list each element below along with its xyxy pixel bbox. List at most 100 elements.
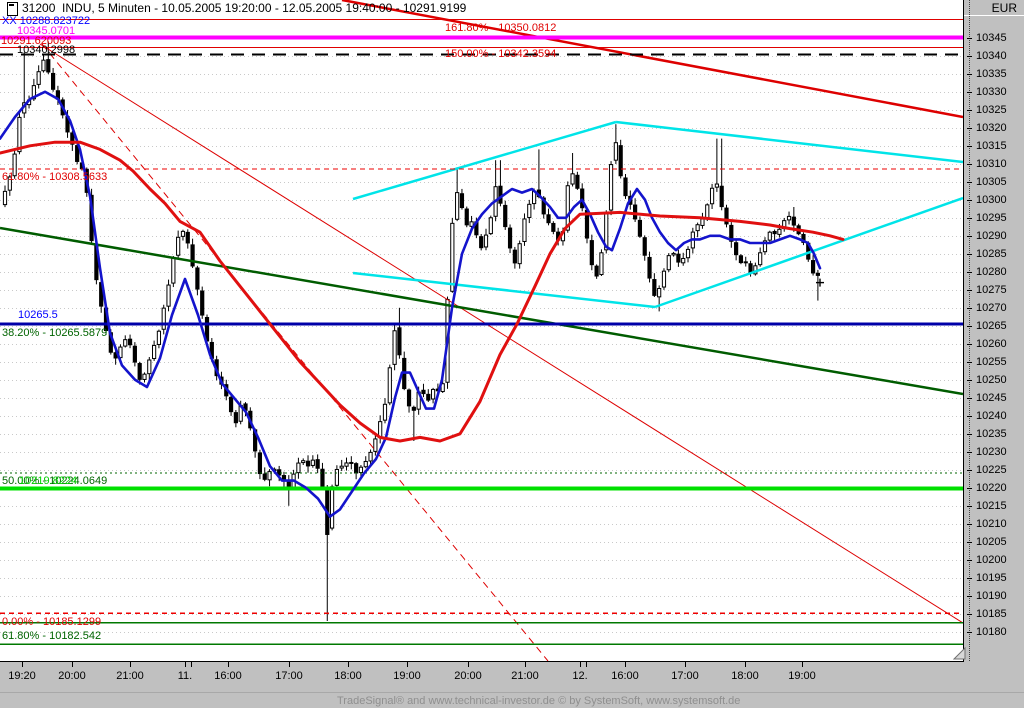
price-tick-label: 10340 <box>976 49 1007 62</box>
price-tick <box>967 325 972 327</box>
price-tick <box>967 577 972 579</box>
time-tick-label: 19:20 <box>8 670 36 682</box>
time-tick <box>468 662 469 667</box>
price-tick <box>967 127 972 129</box>
time-tick <box>745 662 746 667</box>
price-tick <box>967 199 972 201</box>
price-tick <box>967 613 972 615</box>
time-tick <box>525 662 526 667</box>
price-tick-label: 10275 <box>976 283 1007 296</box>
price-tick-label: 10335 <box>976 67 1007 80</box>
price-tick <box>967 343 972 345</box>
time-tick-label: 20:00 <box>454 670 482 682</box>
price-tick-label: 10270 <box>976 301 1007 314</box>
price-tick-label: 10220 <box>976 481 1007 494</box>
resize-handle-icon[interactable] <box>953 647 967 661</box>
chart-window-icon[interactable] <box>7 2 18 16</box>
price-axis-currency: EUR <box>964 0 1024 16</box>
time-tick-label: 18:00 <box>731 670 759 682</box>
price-tick-label: 10285 <box>976 247 1007 260</box>
fast-ma <box>0 90 822 518</box>
price-tick <box>967 109 972 111</box>
time-tick <box>407 662 408 667</box>
last-price-marker <box>816 278 824 287</box>
time-tick <box>625 662 626 667</box>
time-tick-label: 18:00 <box>334 670 362 682</box>
time-tick-label: 16:00 <box>611 670 639 682</box>
price-tick <box>967 559 972 561</box>
price-tick-label: 10265 <box>976 319 1007 332</box>
trend-lines <box>0 0 963 661</box>
time-tick <box>228 662 229 667</box>
price-tick-label: 10345 <box>976 31 1007 44</box>
price-tick <box>967 523 972 525</box>
candles <box>2 41 820 621</box>
price-tick-label: 10310 <box>976 157 1007 170</box>
price-tick <box>967 163 972 165</box>
time-tick-label: 19:00 <box>393 670 421 682</box>
time-tick <box>348 662 349 667</box>
price-tick <box>967 415 972 417</box>
time-tick <box>22 662 23 667</box>
price-tick <box>967 253 972 255</box>
price-tick <box>967 271 972 273</box>
price-tick <box>967 307 972 309</box>
price-tick <box>967 289 972 291</box>
price-tick-label: 10200 <box>976 553 1007 566</box>
time-tick <box>72 662 73 667</box>
time-tick-label: 20:00 <box>58 670 86 682</box>
tradesignal-chart-window: 31200 INDU, 5 Minuten - 10.05.2005 19:20… <box>0 0 1024 708</box>
price-tick-label: 10260 <box>976 337 1007 350</box>
price-tick-label: 10280 <box>976 265 1007 278</box>
chart-plot-area[interactable]: 31200 INDU, 5 Minuten - 10.05.2005 19:20… <box>0 0 964 662</box>
time-tick-label: 21:00 <box>116 670 144 682</box>
time-tick <box>191 662 192 667</box>
price-tick-label: 10185 <box>976 607 1007 620</box>
price-tick-label: 10325 <box>976 103 1007 116</box>
price-tick <box>967 235 972 237</box>
price-tick <box>967 505 972 507</box>
price-tick-label: 10300 <box>976 193 1007 206</box>
price-tick-label: 10245 <box>976 391 1007 404</box>
price-tick-label: 10240 <box>976 409 1007 422</box>
chart-title-bar: 31200 INDU, 5 Minuten - 10.05.2005 19:20… <box>0 0 963 16</box>
price-axis[interactable]: EUR 10345 10340 10335 10330 10325 10320 10315 1… <box>964 0 1024 661</box>
price-tick <box>967 433 972 435</box>
time-tick-label: 11. <box>177 670 193 682</box>
price-tick-label: 10235 <box>976 427 1007 440</box>
price-tick-label: 10255 <box>976 355 1007 368</box>
price-tick <box>967 487 972 489</box>
price-tick <box>967 37 972 39</box>
time-tick <box>685 662 686 667</box>
price-tick <box>967 55 972 57</box>
price-tick <box>967 217 972 219</box>
price-tick <box>967 631 972 633</box>
copyright-text: TradeSignal® and www.technical-investor.… <box>337 695 741 707</box>
price-tick <box>967 379 972 381</box>
price-tick-label: 10180 <box>976 625 1007 638</box>
price-tick <box>967 361 972 363</box>
time-tick-label: 17:00 <box>671 670 699 682</box>
price-tick-label: 10320 <box>976 121 1007 134</box>
time-tick <box>130 662 131 667</box>
price-tick <box>967 451 972 453</box>
time-axis[interactable]: 19:20 20:00 21:00 11. 16:00 17:00 18:00 19:00 20… <box>0 662 1024 692</box>
time-tick-label: 16:00 <box>214 670 242 682</box>
price-tick-label: 10195 <box>976 571 1007 584</box>
time-tick <box>802 662 803 667</box>
price-tick-label: 10315 <box>976 139 1007 152</box>
price-tick-label: 10205 <box>976 535 1007 548</box>
price-tick-label: 10305 <box>976 175 1007 188</box>
time-tick-label: 19:00 <box>788 670 816 682</box>
price-tick-label: 10330 <box>976 85 1007 98</box>
price-tick <box>967 181 972 183</box>
price-tick-label: 10225 <box>976 463 1007 476</box>
price-chart-canvas[interactable] <box>0 0 963 661</box>
price-tick-label: 10190 <box>976 589 1007 602</box>
price-tick-label: 10250 <box>976 373 1007 386</box>
time-tick <box>185 662 186 667</box>
price-tick-label: 10290 <box>976 229 1007 242</box>
price-tick-label: 10295 <box>976 211 1007 224</box>
time-tick <box>586 662 587 667</box>
price-tick <box>967 145 972 147</box>
